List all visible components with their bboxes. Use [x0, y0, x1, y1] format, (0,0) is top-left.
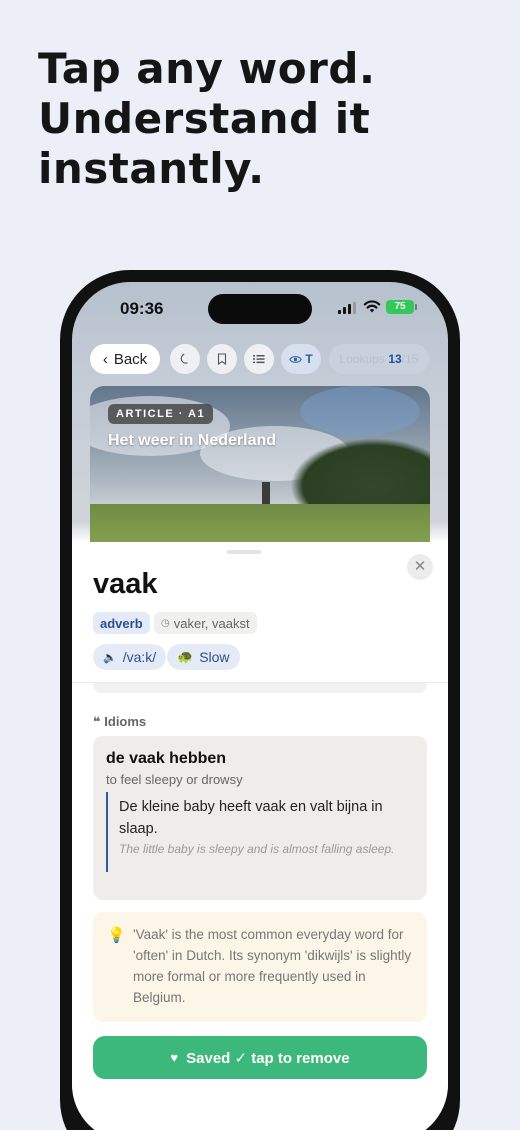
- list-button[interactable]: [244, 344, 274, 374]
- idiom-example: De kleine baby heeft vaak en valt bijna …: [106, 792, 411, 872]
- bookmark-button[interactable]: [207, 344, 237, 374]
- article-level-tag: ARTICLE · A1: [108, 404, 214, 424]
- translation-toggle-label: T: [305, 352, 313, 366]
- moon-icon: [180, 353, 188, 364]
- translation-toggle-button[interactable]: T: [281, 344, 321, 374]
- headline-line-1: Tap any word.: [38, 44, 376, 93]
- wifi-icon: [363, 300, 381, 313]
- phone-screen: 09:36 75 ‹ Back T Lookups 13 /15 ARTICLE…: [72, 282, 448, 1130]
- headline-line-3: instantly.: [38, 144, 265, 193]
- battery-icon: 75: [386, 300, 417, 314]
- entry-word: vaak: [93, 568, 158, 600]
- sheet-grabber[interactable]: [227, 550, 261, 554]
- close-button[interactable]: ✕: [407, 554, 433, 580]
- word-forms: vaker, vaakst: [173, 615, 250, 631]
- cellular-signal-icon: [338, 302, 356, 314]
- lightbulb-icon: 💡: [107, 927, 126, 944]
- back-label: Back: [113, 350, 148, 368]
- status-time: 09:36: [120, 299, 164, 318]
- word-forms-badge: ◷ vaker, vaakst: [154, 612, 257, 634]
- part-of-speech-badge: adverb: [93, 612, 150, 634]
- status-bar: 09:36 75: [72, 282, 448, 342]
- chevron-left-icon: ‹: [102, 350, 108, 368]
- example-dutch[interactable]: De kleine baby heeft vaak en valt bijna …: [119, 796, 411, 840]
- windmill-icon: [262, 482, 270, 504]
- dark-mode-button[interactable]: [170, 344, 200, 374]
- list-icon: [253, 355, 265, 364]
- turtle-icon: 🐢: [177, 649, 194, 664]
- hero-cloud: [300, 386, 420, 436]
- usage-tip-text: 'Vaak' is the most common everyday word …: [133, 927, 412, 1005]
- promo-headline: Tap any word. Understand it instantly.: [38, 44, 375, 194]
- slow-label: Slow: [199, 649, 230, 665]
- reader-toolbar: ‹ Back T Lookups 13 /15: [90, 344, 435, 374]
- lookups-counter: Lookups 13/15: [329, 344, 429, 374]
- example-translation: The little baby is sleepy and is almost …: [119, 842, 395, 856]
- idiom-definition: to feel sleepy or drowsy: [106, 772, 243, 787]
- idioms-section-label: ❝ Idioms: [93, 714, 147, 729]
- slow-playback-button[interactable]: 🐢 Slow: [167, 644, 240, 670]
- article-title: Het weer in Nederland: [108, 432, 277, 449]
- lookups-count: 13: [388, 352, 402, 366]
- back-button[interactable]: ‹ Back: [90, 344, 160, 374]
- headline-line-2: Understand it: [38, 94, 371, 143]
- word-detail-sheet: ✕ vaak adverb ◷ vaker, vaakst 🔈 /va:k/ 🐢…: [72, 542, 448, 1130]
- saved-toggle-button[interactable]: ♥ Saved ✓ tap to remove: [93, 1036, 427, 1079]
- pronunciation-button[interactable]: 🔈 /va:k/: [93, 644, 167, 670]
- idiom-card: de vaak hebben to feel sleepy or drowsy …: [93, 736, 427, 900]
- speaker-icon: 🔈: [103, 651, 117, 664]
- clock-icon: ◷: [161, 617, 170, 629]
- dynamic-island: [208, 294, 312, 324]
- heart-icon: ♥: [170, 1050, 179, 1065]
- scrolled-card-edge: [93, 683, 427, 693]
- idiom-phrase: de vaak hebben: [106, 750, 227, 767]
- quote-icon: ❝: [93, 714, 101, 729]
- lookups-total: /15: [401, 352, 419, 366]
- saved-label: Saved ✓ tap to remove: [186, 1049, 350, 1067]
- usage-tip-card: 💡 'Vaak' is the most common everyday wor…: [93, 912, 427, 1022]
- eye-icon: [289, 355, 303, 363]
- lookups-label: Lookups: [339, 352, 385, 366]
- bookmark-icon: [217, 353, 227, 365]
- pronunciation-text: /va:k/: [122, 649, 157, 665]
- close-icon: ✕: [413, 558, 427, 575]
